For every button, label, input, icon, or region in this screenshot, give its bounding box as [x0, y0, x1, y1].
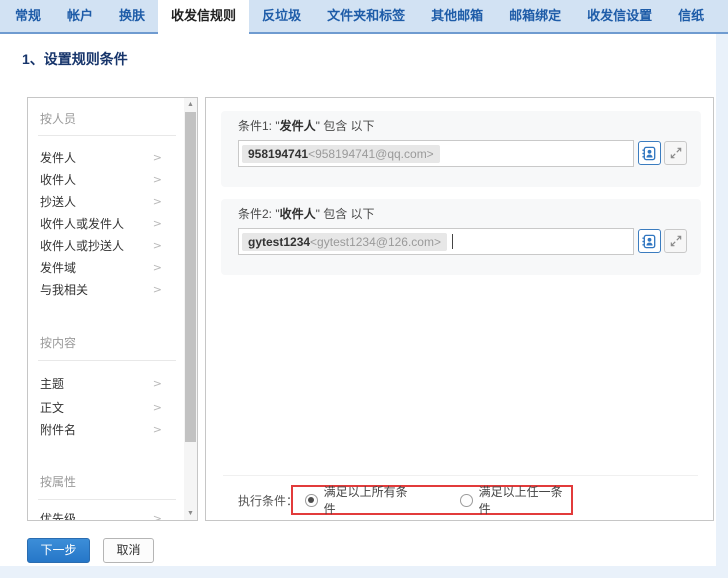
condition-1-input[interactable]: 958194741<958194741@qq.com>: [238, 140, 634, 167]
chevron-right-icon: >: [153, 147, 162, 169]
execute-condition-highlight: 满足以上所有条件 满足以上任一条件: [291, 485, 573, 515]
radio-match-any-condition[interactable]: 满足以上任一条件: [460, 483, 571, 517]
contacts-picker-button[interactable]: [638, 141, 661, 165]
scroll-up-icon[interactable]: ▲: [184, 98, 197, 111]
sidebar-item-recipient-or-sender[interactable]: 收件人或发件人>: [28, 213, 184, 235]
rule-conditions-panel: 条件1: "发件人" 包含 以下 958194741<958194741@qq.…: [205, 97, 714, 521]
tab-account[interactable]: 帐户: [54, 0, 106, 34]
tab-antispam[interactable]: 反垃圾: [249, 0, 314, 34]
radio-selected-icon[interactable]: [305, 494, 318, 507]
chevron-right-icon: >: [153, 191, 162, 213]
sidebar-item-subject[interactable]: 主题>: [28, 373, 184, 395]
text-caret: [452, 234, 453, 249]
category-by-content: 按内容: [28, 333, 184, 353]
condition-2-input[interactable]: gytest1234<gytest1234@126.com>: [238, 228, 634, 255]
sidebar-item-recipient[interactable]: 收件人>: [28, 169, 184, 191]
chevron-right-icon: >: [153, 213, 162, 235]
divider: [38, 135, 176, 136]
address-chip: gytest1234<gytest1234@126.com>: [242, 233, 447, 251]
tab-skin[interactable]: 换肤: [106, 0, 158, 34]
expand-input-button[interactable]: [664, 141, 687, 165]
sidebar-item-recipient-or-cc[interactable]: 收件人或抄送人>: [28, 235, 184, 257]
chevron-right-icon: >: [153, 279, 162, 301]
address-book-icon: [641, 233, 658, 250]
category-by-person: 按人员: [28, 109, 184, 129]
scroll-down-icon[interactable]: ▼: [184, 507, 197, 520]
next-step-button[interactable]: 下一步: [27, 538, 90, 563]
sidebar-item-body[interactable]: 正文>: [28, 397, 184, 419]
tab-mailbox-binding[interactable]: 邮箱绑定: [496, 0, 574, 34]
sidebar-item-sender[interactable]: 发件人>: [28, 147, 184, 169]
cancel-button[interactable]: 取消: [103, 538, 154, 563]
expand-icon: [669, 146, 683, 160]
tab-send-receive-settings[interactable]: 收发信设置: [574, 0, 665, 34]
execute-condition-label: 执行条件：: [238, 492, 298, 509]
address-chip: 958194741<958194741@qq.com>: [242, 145, 440, 163]
expand-input-button[interactable]: [664, 229, 687, 253]
settings-tab-bar: 常规帐户换肤收发信规则反垃圾文件夹和标签其他邮箱邮箱绑定收发信设置信纸: [0, 0, 728, 34]
condition-category-sidebar: 按人员 发件人> 收件人> 抄送人> 收件人或发件人> 收件人或抄送人> 发件域…: [27, 97, 198, 521]
chevron-right-icon: >: [153, 397, 162, 419]
chevron-right-icon: >: [153, 257, 162, 279]
sidebar-item-sender-domain[interactable]: 发件域>: [28, 257, 184, 279]
page-title: 1、设置规则条件: [22, 49, 128, 69]
scrollbar-thumb[interactable]: [185, 112, 196, 442]
expand-icon: [669, 234, 683, 248]
radio-unselected-icon[interactable]: [460, 494, 473, 507]
tab-folders-labels[interactable]: 文件夹和标签: [314, 0, 418, 34]
sidebar-item-priority[interactable]: 优先级>: [28, 508, 184, 521]
category-by-attribute: 按属性: [28, 472, 184, 492]
chevron-right-icon: >: [153, 419, 162, 441]
sidebar-item-cc[interactable]: 抄送人>: [28, 191, 184, 213]
condition-1-label: 条件1: "发件人" 包含 以下: [238, 117, 375, 134]
tab-stationery[interactable]: 信纸: [665, 0, 717, 34]
sidebar-item-attachment-name[interactable]: 附件名>: [28, 419, 184, 441]
sidebar-item-related-to-me[interactable]: 与我相关>: [28, 279, 184, 301]
divider: [38, 499, 176, 500]
contacts-picker-button[interactable]: [638, 229, 661, 253]
chevron-right-icon: >: [153, 169, 162, 191]
chevron-right-icon: >: [153, 373, 162, 395]
condition-2-label: 条件2: "收件人" 包含 以下: [238, 205, 375, 222]
tab-general[interactable]: 常规: [2, 0, 54, 34]
address-book-icon: [641, 145, 658, 162]
divider: [38, 360, 176, 361]
chevron-right-icon: >: [153, 508, 162, 521]
sidebar-scrollbar[interactable]: ▲ ▼: [184, 98, 197, 520]
tab-other-mailbox[interactable]: 其他邮箱: [418, 0, 496, 34]
radio-match-all-conditions[interactable]: 满足以上所有条件: [305, 483, 416, 517]
tab-mail-rules[interactable]: 收发信规则: [158, 0, 249, 34]
chevron-right-icon: >: [153, 235, 162, 257]
divider: [223, 475, 698, 476]
